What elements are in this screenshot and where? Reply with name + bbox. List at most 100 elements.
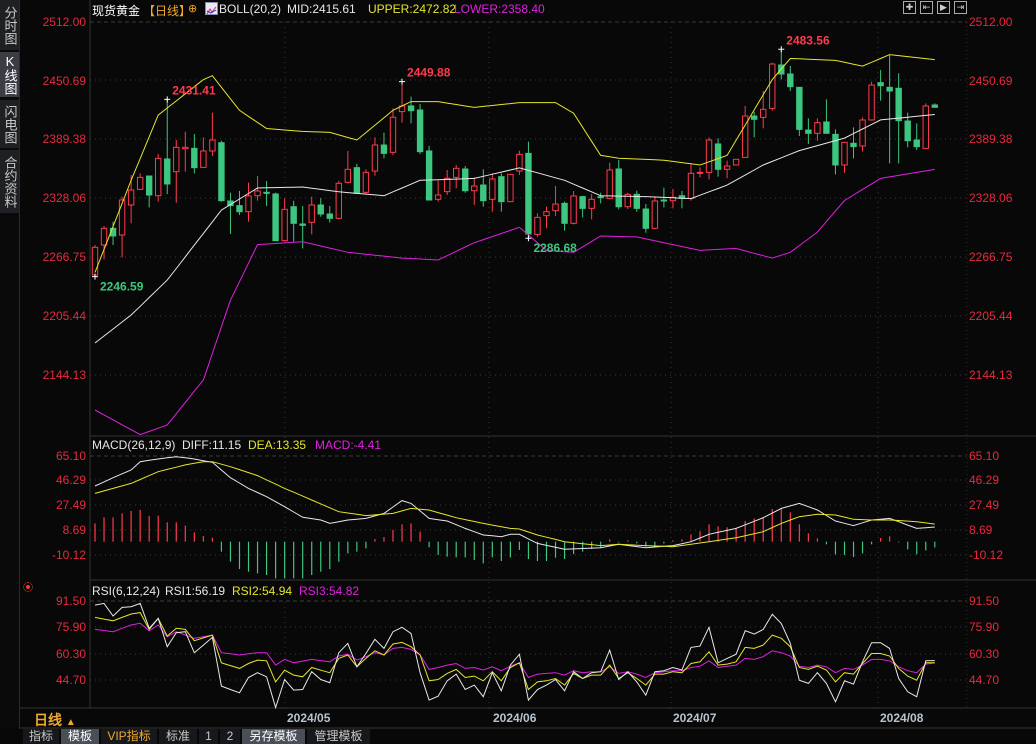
axis-label: 8.69 — [969, 523, 993, 537]
rsi3-value: RSI3:54.82 — [299, 584, 360, 598]
candle-up — [588, 198, 595, 209]
candle-down — [886, 86, 893, 92]
high-price-label: 2483.56 — [786, 33, 830, 47]
candle-up — [362, 171, 370, 193]
candle-down — [290, 206, 297, 224]
crosshair-icon[interactable]: ✚ — [903, 1, 916, 14]
play-forward-icon[interactable]: ▶ — [937, 1, 950, 14]
candle-up — [922, 105, 929, 149]
rsi1-line — [94, 602, 935, 710]
candle-up — [335, 182, 343, 219]
candle-up — [769, 63, 776, 109]
axis-label: 2144.13 — [42, 368, 86, 382]
candle-down — [597, 196, 604, 199]
axis-label: 44.70 — [55, 673, 86, 687]
axis-label: -10.12 — [969, 548, 1004, 562]
axis-label: 2450.69 — [42, 74, 86, 88]
boll-lower-line — [94, 168, 935, 436]
boll-chart-icon[interactable] — [205, 2, 218, 15]
candle-up — [543, 211, 550, 217]
period-selector[interactable]: 日线 ▲ — [34, 710, 76, 730]
boll-upper-value: UPPER:2472.82 — [368, 2, 457, 16]
candle-down — [787, 73, 794, 88]
axis-label: 46.29 — [969, 473, 1000, 487]
candle-up — [760, 108, 767, 118]
axis-label: 2328.06 — [42, 191, 86, 205]
candle-down — [236, 205, 243, 213]
axis-label: 44.70 — [969, 673, 1000, 687]
candle-down — [904, 120, 911, 142]
period-label: 【日线】 — [143, 4, 192, 18]
date-label: 2024/07 — [673, 711, 717, 725]
candle-up — [209, 139, 216, 152]
candle-up — [155, 157, 162, 197]
candle-up — [136, 176, 144, 190]
candle-down — [823, 121, 830, 134]
macd-diff-value: DIFF:11.15 — [182, 438, 242, 452]
candle-down — [913, 139, 920, 148]
axis-label: 2389.38 — [969, 132, 1013, 146]
tab-standard[interactable]: 标准 — [159, 729, 197, 744]
candle-up — [606, 169, 613, 199]
candle-up — [651, 200, 659, 229]
candle-down — [895, 87, 902, 122]
tab-2[interactable]: 2 — [220, 729, 240, 744]
macd-dea-value: DEA:13.35 — [248, 438, 307, 452]
boll-mid-value: MID:2415.61 — [287, 2, 356, 16]
tab-save-template[interactable]: 另存模板 — [242, 729, 305, 744]
tab-template[interactable]: 模板 — [61, 729, 99, 744]
rsi-title: RSI(6,12,24) — [92, 584, 161, 598]
candle-down — [326, 213, 333, 219]
tab-indicator[interactable]: 指标 — [23, 729, 59, 744]
candle-down — [191, 147, 198, 169]
triangle-up-icon: ▲ — [65, 717, 76, 728]
move-right-icon[interactable]: ⇥ — [954, 1, 967, 14]
candle-down — [525, 152, 532, 235]
candle-down — [299, 223, 306, 226]
axis-label: 2266.75 — [969, 250, 1013, 264]
add-indicator-icon[interactable]: ⊕ — [188, 2, 197, 15]
tab-vip-indicator[interactable]: VIP指标 — [101, 729, 157, 744]
axis-label: 75.90 — [969, 620, 1000, 634]
candle-down — [579, 196, 586, 209]
candle-up — [434, 194, 442, 200]
axis-label: 65.10 — [55, 449, 86, 463]
tab-manage-template[interactable]: 管理模板 — [307, 729, 370, 744]
axis-label: 46.29 — [55, 473, 86, 487]
candles — [91, 49, 938, 277]
zoom-range-icon[interactable]: ⇤ — [920, 1, 933, 14]
axis-label: -10.12 — [51, 548, 86, 562]
candle-up — [344, 168, 352, 183]
candle-up — [534, 216, 541, 235]
candle-up — [687, 172, 695, 199]
candle-down — [832, 133, 839, 166]
candle-down — [164, 158, 171, 185]
candle-down — [615, 168, 622, 208]
axis-label: 8.69 — [62, 523, 86, 537]
candle-down — [642, 208, 650, 229]
tab-1[interactable]: 1 — [199, 729, 218, 744]
candle-up — [453, 167, 460, 178]
candle-up — [118, 199, 126, 236]
candle-down — [850, 142, 857, 148]
instrument-name: 现货黄金 — [92, 4, 141, 18]
axis-label: 2328.06 — [969, 191, 1013, 205]
candle-up — [471, 185, 478, 192]
candle-down — [317, 204, 324, 215]
candle-up — [841, 141, 848, 166]
date-label: 2024/08 — [880, 711, 924, 725]
axis-label: 60.30 — [969, 647, 1000, 661]
candle-down — [462, 168, 469, 192]
candle-up — [570, 195, 577, 224]
candle-up — [308, 204, 315, 223]
axis-label: 27.49 — [969, 498, 1000, 512]
indicator-settings-icon[interactable] — [23, 582, 33, 592]
boll-lower-value: LOWER:2358.40 — [454, 2, 545, 16]
candle-down — [750, 115, 758, 120]
candle-down — [425, 150, 433, 201]
candle-down — [218, 142, 225, 202]
candle-down — [263, 191, 270, 194]
candle-up — [245, 195, 252, 213]
candle-down — [380, 144, 388, 154]
chart-canvas[interactable]: 2431.41 2449.88 2483.56 2246.59 2286.68 — [0, 0, 1036, 744]
